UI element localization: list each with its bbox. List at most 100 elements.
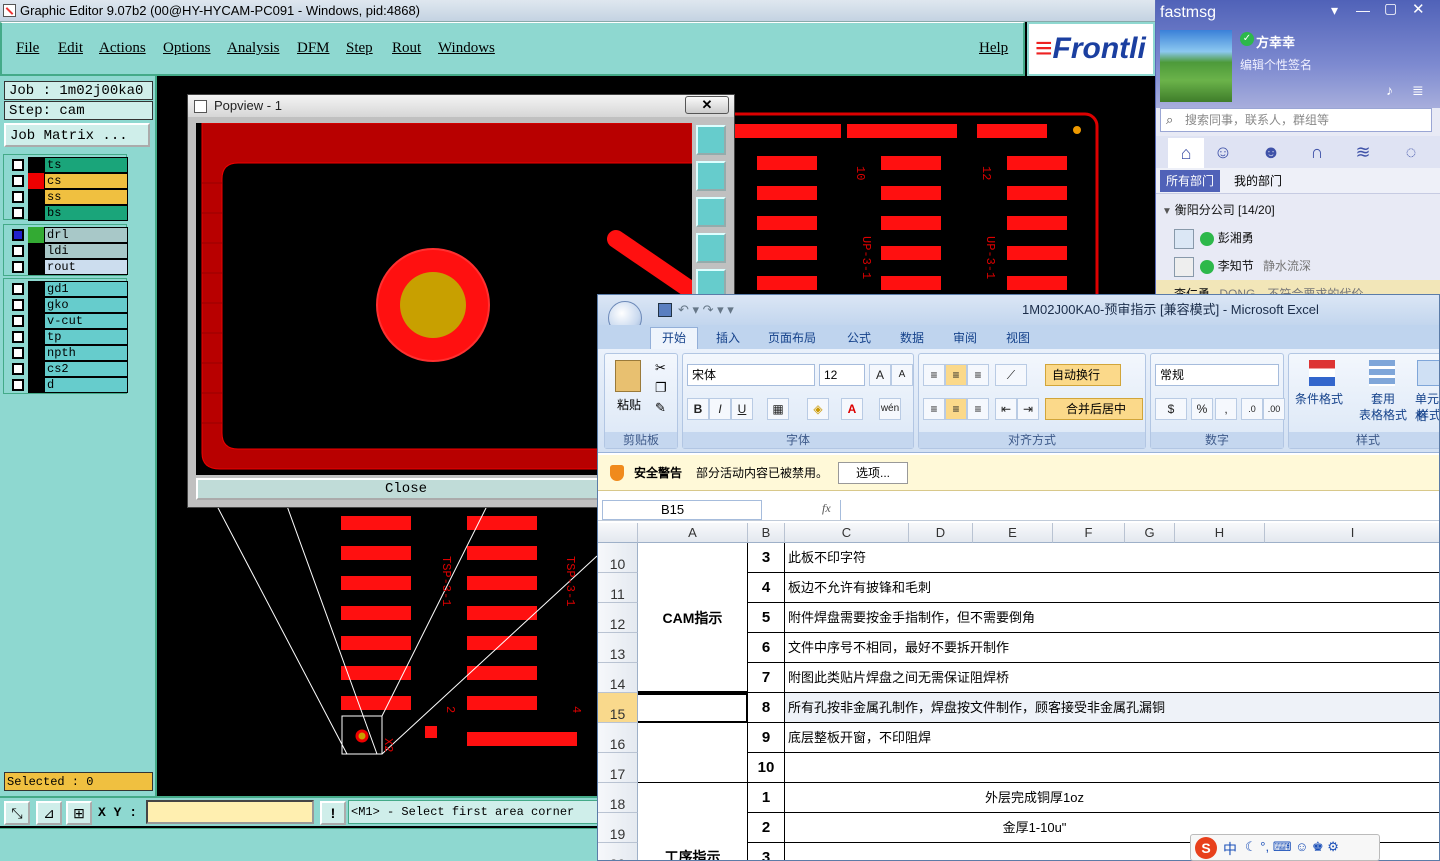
decrease-indent-icon[interactable]: ⇤ (995, 398, 1017, 420)
cell-style-icon[interactable] (1417, 360, 1439, 386)
cell-b[interactable]: 6 (748, 633, 785, 663)
cell-c[interactable]: 文件中序号不相同，最好不要拆开制作 (785, 633, 1439, 663)
cell-cam-instructions[interactable]: CAM指示 (638, 543, 748, 693)
paste-icon[interactable] (615, 360, 641, 392)
cell-b[interactable]: 1 (748, 783, 785, 813)
cell-c[interactable]: 板边不允许有披锋和毛刺 (785, 573, 1439, 603)
cell-b[interactable]: 3 (748, 843, 785, 860)
cell-b[interactable]: 4 (748, 573, 785, 603)
tab-data[interactable]: 数据 (900, 328, 924, 348)
minimize-icon[interactable]: — (1356, 2, 1370, 18)
grow-font-icon[interactable]: A (869, 364, 891, 386)
ime-tools-icon[interactable]: ☾ °, ⌨ ☺ ♚ ⚙ (1245, 839, 1339, 855)
menu-edit[interactable]: Edit (58, 40, 83, 57)
cell-style-label-2[interactable]: 样式 (1417, 406, 1439, 423)
font-color-icon[interactable]: A (841, 398, 863, 420)
layer-gd1[interactable]: gd1 (10, 281, 128, 297)
row-header[interactable]: 16 (598, 723, 638, 753)
cell-c[interactable]: 所有孔按非金属孔制作，焊盘按文件制作，顾客接受非金属孔漏铜 (785, 693, 1439, 723)
menu-options[interactable]: Options (163, 40, 211, 57)
popview-zoom-fit-icon[interactable] (696, 125, 726, 155)
bold-icon[interactable]: B (687, 398, 709, 420)
layer-npth[interactable]: npth (10, 345, 128, 361)
row-header[interactable]: 17 (598, 753, 638, 783)
layer-drl[interactable]: drl (10, 227, 128, 243)
layer-cs[interactable]: cs (10, 173, 128, 189)
tab-insert[interactable]: 插入 (716, 328, 740, 348)
cell-a16[interactable] (638, 723, 748, 783)
layer-bs[interactable]: bs (10, 205, 128, 221)
cell-b[interactable]: 7 (748, 663, 785, 693)
layers-icon[interactable]: ≋ (1352, 142, 1374, 162)
close-icon[interactable]: ✕ (1412, 0, 1425, 18)
conditional-format-label[interactable]: 条件格式 (1295, 390, 1343, 407)
row-header[interactable]: 18 (598, 783, 638, 813)
shrink-font-icon[interactable]: A (891, 364, 913, 386)
signature-field[interactable]: 编辑个性签名 (1240, 56, 1312, 73)
menu-file[interactable]: File (16, 40, 39, 57)
comma-icon[interactable]: , (1215, 398, 1237, 420)
paste-label[interactable]: 粘贴 (617, 396, 641, 413)
tab-my-department[interactable]: 我的部门 (1234, 170, 1282, 192)
tab-all-departments[interactable]: 所有部门 (1160, 170, 1220, 192)
conditional-format-icon[interactable] (1309, 360, 1335, 386)
alert-icon[interactable]: ! (320, 801, 346, 825)
format-painter-icon[interactable]: ✎ (655, 400, 666, 416)
select-all-corner[interactable] (598, 523, 638, 543)
popview-close-icon[interactable]: ✕ (685, 96, 729, 114)
menu-step[interactable]: Step (346, 40, 373, 57)
menu-rout[interactable]: Rout (392, 40, 421, 57)
ime-mode[interactable]: 中 (1223, 839, 1237, 859)
align-right-icon[interactable]: ≡ (967, 398, 989, 420)
cut-icon[interactable]: ✂ (655, 360, 666, 376)
column-header-e[interactable]: E (973, 523, 1053, 543)
align-center-icon[interactable]: ≡ (945, 398, 967, 420)
settings-icon[interactable]: ≣ (1412, 82, 1424, 99)
cell-b[interactable]: 5 (748, 603, 785, 633)
table-format-icon[interactable] (1369, 360, 1395, 386)
accounting-icon[interactable]: $ (1155, 398, 1187, 420)
row-header[interactable]: 11 (598, 573, 638, 603)
home-icon[interactable]: ⌂ (1168, 138, 1204, 168)
cell-c[interactable]: 附件焊盘需要按金手指制作，但不需要倒角 (785, 603, 1439, 633)
fx-icon[interactable]: fx (822, 501, 831, 516)
copy-icon[interactable]: ❐ (655, 380, 667, 396)
cell-c[interactable]: 此板不印字符 (785, 543, 1439, 573)
increase-indent-icon[interactable]: ⇥ (1017, 398, 1039, 420)
cell-c[interactable]: 附图此类贴片焊盘之间无需保证阻焊桥 (785, 663, 1439, 693)
wrap-text-button[interactable]: 自动换行 (1045, 364, 1121, 386)
cell-b[interactable]: 10 (748, 753, 785, 783)
job-matrix-button[interactable]: Job Matrix ... (4, 123, 150, 147)
search-input[interactable]: 搜索同事，联系人，群组等 (1160, 108, 1432, 132)
group-row[interactable]: ▼ 衡阳分公司 [14/20] (1156, 196, 1440, 224)
layer-ldi[interactable]: ldi (10, 243, 128, 259)
orientation-icon[interactable]: ⟋ (995, 364, 1027, 386)
contact-row[interactable]: 彭湘勇 (1156, 224, 1440, 252)
avatar[interactable] (1160, 30, 1232, 102)
online-status-icon[interactable]: ✓ (1240, 32, 1254, 46)
chat-icon[interactable]: ◌ (1400, 142, 1422, 162)
sogou-icon[interactable]: S (1195, 837, 1217, 859)
cell-a15-selected[interactable] (638, 693, 748, 723)
column-header-d[interactable]: D (909, 523, 973, 543)
cell-process-instructions[interactable]: 工序指示 (638, 783, 748, 860)
popview-pan-left-icon[interactable] (696, 233, 726, 263)
popview-pan-down-icon[interactable] (696, 197, 726, 227)
column-header-i[interactable]: I (1265, 523, 1439, 543)
underline-icon[interactable]: U (731, 398, 753, 420)
menu-arrow-icon[interactable]: ▾ (1331, 2, 1338, 19)
font-size-select[interactable]: 12 (819, 364, 865, 386)
group-icon[interactable]: ☻ (1260, 142, 1282, 162)
contact-icon[interactable]: ☺ (1212, 142, 1234, 162)
xy-input[interactable] (146, 800, 314, 824)
row-header[interactable]: 14 (598, 663, 638, 693)
tab-page-layout[interactable]: 页面布局 (768, 328, 816, 348)
number-format-select[interactable]: 常规 (1155, 364, 1279, 386)
layer-ss[interactable]: ss (10, 189, 128, 205)
cell-c[interactable] (785, 753, 1439, 783)
tab-formulas[interactable]: 公式 (847, 328, 871, 348)
formula-input[interactable] (840, 500, 1439, 520)
border-icon[interactable]: ▦ (767, 398, 789, 420)
column-header-b[interactable]: B (748, 523, 785, 543)
row-header[interactable]: 13 (598, 633, 638, 663)
